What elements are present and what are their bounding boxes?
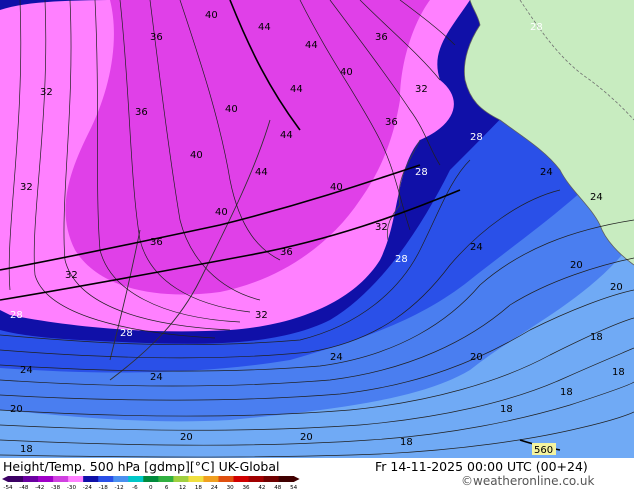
contour-label: 36 xyxy=(150,32,163,43)
colorbar-swatch xyxy=(278,476,295,482)
colorbar-swatch xyxy=(68,476,84,482)
colorbar-swatch xyxy=(113,476,129,482)
colorbar-swatch xyxy=(188,476,204,482)
contour-label: 40 xyxy=(205,10,218,21)
contour-label: 32 xyxy=(255,310,268,321)
contour-label: 32 xyxy=(40,87,53,98)
colorbar-swatch xyxy=(8,476,24,482)
contour-label: 40 xyxy=(330,182,343,193)
colorbar-tick-label: 54 xyxy=(290,485,298,490)
contour-label: 28 xyxy=(415,167,428,178)
colorbar-tick-label: -6 xyxy=(132,485,138,490)
colorbar-tick-label: 6 xyxy=(165,485,169,490)
contour-label: 24 xyxy=(590,192,603,203)
contour-label: 28 xyxy=(10,310,23,321)
contour-label: 32 xyxy=(65,270,78,281)
colorbar-swatch xyxy=(218,476,235,482)
contour-label: 24 xyxy=(540,167,553,178)
contour-label: 32 xyxy=(20,182,33,193)
colorbar-swatch xyxy=(263,476,280,482)
weather-map: 44 44 44 44 44 40 40 40 40 40 40 36 36 3… xyxy=(0,0,634,458)
colorbar-tick-label: -38 xyxy=(51,485,61,490)
contour-label: 36 xyxy=(385,117,398,128)
contour-label: 40 xyxy=(225,104,238,115)
credit-link[interactable]: ©weatheronline.co.uk xyxy=(461,474,594,488)
contour-label: 40 xyxy=(340,67,353,78)
colorbar-tick-label: -18 xyxy=(99,485,109,490)
contour-label: 36 xyxy=(375,32,388,43)
colorbar-tick-label: 30 xyxy=(227,485,235,490)
contour-label: 20 xyxy=(470,352,483,363)
contour-label: 44 xyxy=(305,40,318,51)
contour-label: 18 xyxy=(560,387,573,398)
colorbar-tick-label: -48 xyxy=(19,485,29,490)
colorbar-tick-label: -12 xyxy=(115,485,124,490)
colorbar-tick-label: 18 xyxy=(195,485,203,490)
colorbar-tick-label: 0 xyxy=(149,485,153,490)
contour-label: 18 xyxy=(612,367,625,378)
colorbar-swatch xyxy=(128,476,144,482)
contour-label: 32 xyxy=(415,84,428,95)
contour-label: 40 xyxy=(215,207,228,218)
colorbar-swatch xyxy=(53,476,69,482)
contour-label: 24 xyxy=(150,372,163,383)
contour-label: 20 xyxy=(610,282,623,293)
colorbar-swatch xyxy=(203,476,219,482)
colorbar-arrow-right xyxy=(293,476,300,482)
contour-label: 28 xyxy=(395,254,408,265)
contour-label: 28 xyxy=(530,22,543,33)
colorbar-swatch xyxy=(98,476,114,482)
height-contour-label: 560 xyxy=(534,445,553,456)
contour-label: 24 xyxy=(20,365,33,376)
contour-label: 36 xyxy=(135,107,148,118)
contour-label: 44 xyxy=(280,130,293,141)
colorbar-swatch xyxy=(38,476,54,482)
contour-label: 32 xyxy=(375,222,388,233)
colorbar-tick-label: -42 xyxy=(35,485,44,490)
contour-label: 24 xyxy=(470,242,483,253)
colorbar-tick-label: 12 xyxy=(179,485,186,490)
colorbar-swatch xyxy=(173,476,189,482)
contour-label: 20 xyxy=(180,432,193,443)
colorbar-swatch xyxy=(83,476,99,482)
colorbar-tick-label: -54 xyxy=(3,485,13,490)
colorbar-swatch xyxy=(233,476,250,482)
colorbar-swatch xyxy=(158,476,174,482)
colorbar-arrow-left xyxy=(2,476,8,482)
colorbar-tick-label: 42 xyxy=(258,485,265,490)
colorbar-tick-label: -24 xyxy=(83,485,93,490)
temperature-colorbar: -54 -48 -42 -38 -30 -24 -18 -12 -6 0 6 12 18 24 30 36 42… xyxy=(2,476,300,490)
contour-label: 40 xyxy=(190,150,203,161)
footer: Height/Temp. 500 hPa [gdmp][°C] UK-Globa… xyxy=(0,458,634,490)
contour-label: 18 xyxy=(590,332,603,343)
colorbar-tick-label: 48 xyxy=(274,485,282,490)
contour-label: 44 xyxy=(258,22,271,33)
contour-label: 18 xyxy=(400,437,413,448)
colorbar-swatch xyxy=(143,476,159,482)
colorbar-swatch xyxy=(248,476,265,482)
contour-label: 20 xyxy=(570,260,583,271)
colorbar-tick-label: -30 xyxy=(67,485,77,490)
colorbar-tick-label: 36 xyxy=(242,485,250,490)
colorbar-tick-label: 24 xyxy=(211,485,219,490)
chart-title: Height/Temp. 500 hPa [gdmp][°C] UK-Globa… xyxy=(3,459,280,474)
contour-label: 24 xyxy=(330,352,343,363)
contour-label: 44 xyxy=(290,84,303,95)
colorbar-swatch xyxy=(23,476,39,482)
contour-label: 28 xyxy=(120,328,133,339)
contour-label: 18 xyxy=(500,404,513,415)
contour-label: 36 xyxy=(280,247,293,258)
contour-label: 44 xyxy=(255,167,268,178)
contour-label: 18 xyxy=(20,444,33,455)
contour-label: 20 xyxy=(10,404,23,415)
contour-label: 20 xyxy=(300,432,313,443)
contour-label: 36 xyxy=(150,237,163,248)
contour-label: 28 xyxy=(470,132,483,143)
valid-time: Fr 14-11-2025 00:00 UTC (00+24) xyxy=(375,459,588,474)
